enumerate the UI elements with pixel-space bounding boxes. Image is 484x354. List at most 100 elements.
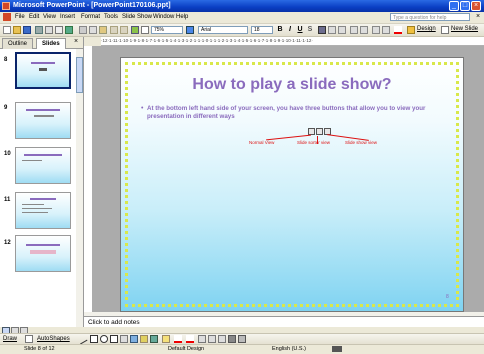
maximize-button[interactable]: □ [460,1,470,11]
slide-sorter-icon [316,128,323,135]
rectangle-icon[interactable] [90,335,98,343]
italic-button[interactable]: I [286,26,294,33]
select-arrow-icon[interactable] [25,335,33,343]
toolbar: 75% Arial 18 B I U S Design New Slide [0,24,484,37]
menu-window[interactable]: Window [153,14,174,20]
callout-slide-show: Slide show view [345,140,378,145]
menu-view[interactable]: View [43,14,56,20]
line-color-icon[interactable] [174,335,182,343]
copy-icon[interactable] [89,26,97,34]
minimize-button[interactable]: _ [449,1,459,11]
window-title: Microsoft PowerPoint - [PowerPoint170106… [13,2,171,9]
menu-edit[interactable]: Edit [29,14,39,20]
thumb-number: 12 [4,240,11,246]
dotted-border [125,62,459,307]
bullets-icon[interactable] [360,26,368,34]
oval-icon[interactable] [100,335,108,343]
fill-color-icon[interactable] [162,335,170,343]
slide-canvas[interactable]: How to play a slide show? • At the botto… [120,57,464,312]
align-center-icon[interactable] [328,26,336,34]
diagram-icon[interactable] [130,335,138,343]
shadow-button[interactable]: S [306,26,314,33]
slides-pane: Outline Slides × 8 9 10 11 12 [0,37,84,327]
design-button[interactable]: Design [417,26,436,32]
autoshapes-menu[interactable]: AutoShapes [37,336,70,342]
font-select[interactable]: Arial [198,26,248,34]
callout-normal-view: Normal View [249,140,275,145]
document-icon[interactable] [3,13,11,21]
new-slide-icon[interactable] [441,26,449,34]
open-icon[interactable] [13,26,21,34]
help-icon[interactable] [186,26,194,34]
line-icon[interactable] [76,333,88,345]
slide-thumbnail-12[interactable] [15,235,71,272]
slide-thumbnail-9[interactable] [15,102,71,139]
menu-insert[interactable]: Insert [60,14,75,20]
design-icon[interactable] [407,26,415,34]
undo-icon[interactable] [120,26,128,34]
pane-tabs: Outline Slides × [0,37,83,49]
arrow-style-icon[interactable] [218,335,226,343]
chart-icon[interactable] [131,26,139,34]
powerpoint-app-icon[interactable] [2,2,10,10]
thumb-number: 8 [4,57,8,63]
save-icon[interactable] [23,26,31,34]
clipart-icon[interactable] [140,335,148,343]
slide-thumbnail-8[interactable] [15,52,71,89]
picture-icon[interactable] [150,335,158,343]
callout-slide-sorter: Slide sorter view [297,140,331,145]
font-color-icon[interactable] [394,26,402,34]
menu-format[interactable]: Format [81,14,100,20]
close-window-button[interactable]: × [471,1,481,11]
pane-scrollbar-thumb[interactable] [76,57,83,93]
bullet-icon: • [141,105,144,112]
zoom-select[interactable]: 75% [151,26,183,34]
menu-tools[interactable]: Tools [104,14,118,20]
font-size-select[interactable]: 18 [251,26,273,34]
font-color-draw-icon[interactable] [186,335,194,343]
print-preview-icon[interactable] [55,26,63,34]
spelling-icon[interactable] [65,26,73,34]
new-icon[interactable] [3,26,11,34]
notes-pane[interactable]: Click to add notes [84,316,484,327]
spelling-status-icon [332,346,342,352]
new-slide-button[interactable]: New Slide [451,26,478,32]
thumb-number: 10 [4,151,11,157]
menu-bar: File Edit View Insert Format Tools Slide… [0,12,484,24]
line-style-icon[interactable] [198,335,206,343]
decrease-font-icon[interactable] [382,26,390,34]
underline-button[interactable]: U [296,26,304,33]
thumb-number: 11 [4,197,11,203]
thumb-number: 9 [4,105,8,111]
menu-slide-show[interactable]: Slide Show [122,14,152,20]
increase-font-icon[interactable] [372,26,380,34]
shadow-style-icon[interactable] [228,335,236,343]
numbering-icon[interactable] [350,26,358,34]
wordart-icon[interactable] [120,335,128,343]
menu-help[interactable]: Help [176,14,188,20]
close-pane-icon[interactable]: × [74,38,78,45]
menu-file[interactable]: File [15,14,25,20]
tab-outline[interactable]: Outline [2,38,34,49]
print-icon[interactable] [45,26,53,34]
align-left-icon[interactable] [318,26,326,34]
dash-style-icon[interactable] [208,335,216,343]
slide-thumbnail-10[interactable] [15,147,71,184]
slide-number: 8 [446,294,449,300]
draw-menu[interactable]: Draw [3,336,17,342]
slide-bullet-text[interactable]: At the bottom left hand side of your scr… [147,105,447,121]
align-right-icon[interactable] [338,26,346,34]
permission-icon[interactable] [35,26,43,34]
slide-title[interactable]: How to play a slide show? [121,76,463,94]
tab-slides[interactable]: Slides [36,38,66,49]
textbox-icon[interactable] [110,335,118,343]
slide-thumbnail-11[interactable] [15,192,71,229]
help-search-input[interactable]: Type a question for help [390,13,470,21]
format-painter-icon[interactable] [110,26,118,34]
close-document-icon[interactable]: × [476,13,480,20]
bold-button[interactable]: B [276,26,284,33]
table-icon[interactable] [141,26,149,34]
3d-style-icon[interactable] [238,335,246,343]
cut-icon[interactable] [79,26,87,34]
paste-icon[interactable] [99,26,107,34]
